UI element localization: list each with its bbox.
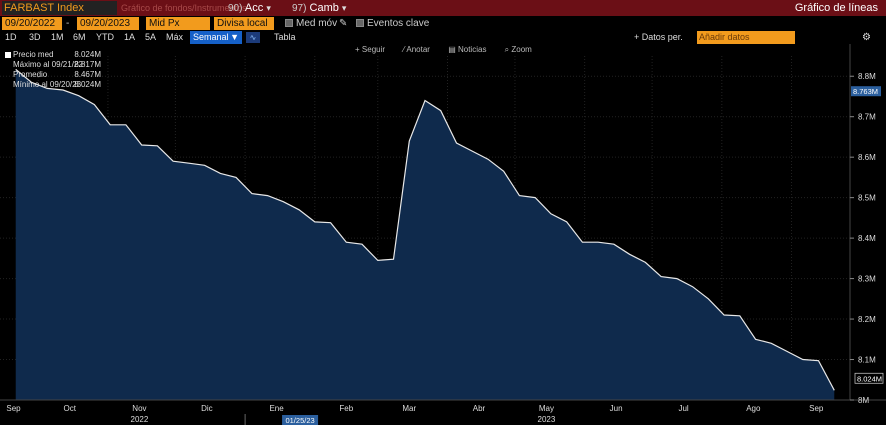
- table-view-button[interactable]: Tabla: [274, 31, 296, 44]
- x-month-label: Oct: [63, 404, 76, 413]
- add-data-input[interactable]: Añadir datos: [697, 31, 795, 44]
- x-month-label: Jul: [678, 404, 688, 413]
- x-month-label: Feb: [339, 404, 353, 413]
- end-date-input[interactable]: 09/20/2023: [77, 17, 139, 30]
- news-tool[interactable]: ▤ Noticias: [448, 45, 494, 54]
- legend-min-value: 8.024M: [74, 80, 101, 89]
- currency-select[interactable]: Divisa local: [214, 17, 274, 30]
- legend-avg-label: Promedio: [13, 70, 48, 79]
- follow-label: Seguir: [361, 45, 386, 54]
- moving-average-checkbox[interactable]: [285, 19, 293, 27]
- change-menu-number: 97): [292, 3, 307, 14]
- x-month-label: Nov: [132, 404, 146, 413]
- frequency-label: Semanal: [193, 32, 229, 42]
- legend-series-value: 8.024M: [74, 50, 101, 59]
- line-chart-icon[interactable]: ∿: [246, 32, 260, 43]
- legend-avg-value: 8.467M: [74, 70, 101, 79]
- add-data-label[interactable]: + Datos per.: [634, 31, 683, 44]
- y-tick-label: 8.4M: [858, 234, 876, 243]
- legend-min-label: Mínimo al 09/20/23: [13, 80, 82, 89]
- x-month-label: Abr: [473, 404, 486, 413]
- y-tick-label: 8.2M: [858, 315, 876, 324]
- chart-legend: Precio med 8.024M Máximo al 09/21/22 8.8…: [5, 50, 101, 90]
- x-month-label: Sep: [809, 404, 824, 413]
- key-events-label: Eventos clave: [367, 18, 430, 29]
- legend-avg: Promedio 8.467M: [5, 70, 101, 80]
- period-row: 1D 3D 1M 6M YTD 1A 5A Máx Semanal ▼ ∿ Ta…: [0, 31, 886, 44]
- gear-icon[interactable]: ⚙: [862, 31, 871, 44]
- follow-tool[interactable]: + Seguir: [355, 45, 393, 54]
- chart-type-title: Gráfico de líneas: [794, 2, 878, 14]
- y-tick-label: 8.6M: [858, 153, 876, 162]
- start-date-input[interactable]: 09/20/2022: [2, 17, 62, 30]
- last-value-label: 8.024M: [857, 374, 882, 383]
- price-area: [15, 69, 835, 401]
- y-tick-label: 8.7M: [858, 113, 876, 122]
- legend-series[interactable]: Precio med 8.024M: [5, 50, 101, 60]
- x-year-label: 2023: [538, 415, 556, 424]
- x-month-label: May: [539, 404, 554, 413]
- y-tick-label: 8.1M: [858, 356, 876, 365]
- chart-toolbar: + Seguir ⁄ Anotar ▤ Noticias ⌕ Zoom: [355, 44, 548, 56]
- change-menu[interactable]: 97) Camb ▾: [292, 1, 346, 16]
- x-month-label: Ago: [746, 404, 761, 413]
- period-max[interactable]: Máx: [166, 31, 183, 44]
- legend-series-name: Precio med: [13, 50, 54, 59]
- title-bar: FARBAST Index Gráfico de fondos/Instrume…: [0, 0, 886, 16]
- y-tick-label: 8.8M: [858, 72, 876, 81]
- legend-max: Máximo al 09/21/22 8.817M: [5, 60, 101, 70]
- crosshair-value-label: 8.763M: [853, 87, 878, 96]
- period-3d[interactable]: 3D: [29, 31, 41, 44]
- news-label: Noticias: [457, 45, 487, 54]
- moving-average-label: Med móv: [296, 18, 338, 29]
- actions-menu-label: Acc: [244, 2, 264, 14]
- actions-menu-number: 90): [228, 3, 243, 14]
- x-month-label: Dic: [201, 404, 213, 413]
- ticker-field[interactable]: FARBAST Index: [2, 1, 117, 15]
- zoom-label: Zoom: [511, 45, 532, 54]
- period-6m[interactable]: 6M: [73, 31, 86, 44]
- key-events-checkbox[interactable]: [356, 19, 364, 27]
- frequency-select[interactable]: Semanal ▼: [190, 31, 242, 44]
- annotate-label: Anotar: [406, 45, 430, 54]
- y-tick-label: 8.5M: [858, 194, 876, 203]
- y-tick-label: 8.3M: [858, 275, 876, 284]
- change-menu-label: Camb: [309, 2, 339, 14]
- chart-area[interactable]: 8M 8.1M 8.2M 8.3M 8.4M 8.5M 8.6M 8.7M 8.8M 8.763M…: [0, 44, 886, 425]
- annotate-tool[interactable]: ⁄ Anotar: [403, 45, 438, 54]
- settings-row: 09/20/2022 - 09/20/2023 Mid Px Divisa lo…: [0, 16, 886, 31]
- legend-max-label: Máximo al 09/21/22: [13, 60, 83, 69]
- x-month-label: Jun: [610, 404, 623, 413]
- chevron-down-icon: ▼: [230, 32, 239, 42]
- x-month-label: Mar: [402, 404, 416, 413]
- x-month-label: Sep: [6, 404, 21, 413]
- period-ytd[interactable]: YTD: [96, 31, 114, 44]
- period-1d[interactable]: 1D: [5, 31, 17, 44]
- period-1a[interactable]: 1A: [124, 31, 135, 44]
- edit-icon[interactable]: ✎: [339, 17, 347, 30]
- legend-max-value: 8.817M: [74, 60, 101, 69]
- chevron-down-icon: ▾: [341, 3, 347, 13]
- field-select[interactable]: Mid Px: [146, 17, 210, 30]
- x-year-label: 2022: [131, 415, 149, 424]
- series-swatch[interactable]: [5, 52, 11, 58]
- y-tick-label: 8M: [858, 396, 869, 405]
- cursor-date-label: 01/25/23: [285, 416, 314, 425]
- period-1m[interactable]: 1M: [51, 31, 64, 44]
- chevron-down-icon: ▾: [266, 3, 271, 13]
- date-separator: -: [66, 18, 70, 29]
- zoom-tool[interactable]: ⌕ Zoom: [505, 45, 540, 54]
- price-chart[interactable]: 8M 8.1M 8.2M 8.3M 8.4M 8.5M 8.6M 8.7M 8.8M 8.763M…: [0, 44, 886, 425]
- x-month-label: Ene: [269, 404, 284, 413]
- legend-min: Mínimo al 09/20/23 8.024M: [5, 80, 101, 90]
- actions-menu[interactable]: 90) Acc ▾: [228, 1, 271, 16]
- period-5a[interactable]: 5A: [145, 31, 156, 44]
